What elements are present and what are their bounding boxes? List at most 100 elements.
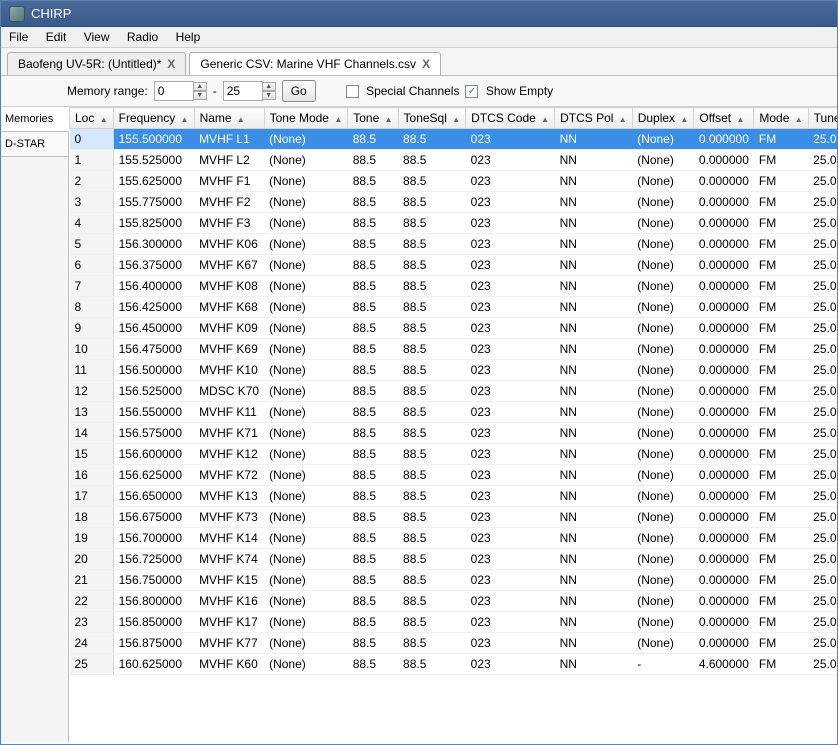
- table-row[interactable]: 16156.625000MVHF K72(None)88.588.5023NN(…: [70, 465, 838, 486]
- table-row[interactable]: 4155.825000MVHF F3(None)88.588.5023NN(No…: [70, 213, 838, 234]
- cell[interactable]: 023: [466, 570, 555, 591]
- cell[interactable]: FM: [754, 570, 808, 591]
- cell[interactable]: NN: [555, 276, 633, 297]
- cell[interactable]: 16: [70, 465, 114, 486]
- range-to-spinner[interactable]: ▲▼: [223, 81, 276, 101]
- cell[interactable]: 88.5: [348, 297, 398, 318]
- cell[interactable]: 6: [70, 255, 114, 276]
- cell[interactable]: 156.850000: [113, 612, 194, 633]
- cell[interactable]: 1: [70, 150, 114, 171]
- cell[interactable]: (None): [632, 360, 694, 381]
- cell[interactable]: 156.525000: [113, 381, 194, 402]
- col-frequency[interactable]: Frequency ▲: [113, 108, 194, 129]
- cell[interactable]: (None): [264, 591, 348, 612]
- range-to-input[interactable]: [223, 81, 263, 101]
- cell[interactable]: 88.5: [348, 318, 398, 339]
- cell[interactable]: NN: [555, 234, 633, 255]
- cell[interactable]: MVHF K72: [194, 465, 264, 486]
- cell[interactable]: 25.0: [808, 213, 837, 234]
- cell[interactable]: (None): [632, 528, 694, 549]
- cell[interactable]: 023: [466, 402, 555, 423]
- close-icon[interactable]: X: [422, 57, 430, 71]
- cell[interactable]: 023: [466, 612, 555, 633]
- cell[interactable]: (None): [632, 570, 694, 591]
- cell[interactable]: (None): [264, 192, 348, 213]
- cell[interactable]: 88.5: [348, 507, 398, 528]
- cell[interactable]: 88.5: [398, 507, 466, 528]
- show-empty-checkbox[interactable]: ✓ Show Empty: [465, 84, 553, 98]
- cell[interactable]: 0.000000: [694, 129, 754, 150]
- cell[interactable]: 0.000000: [694, 528, 754, 549]
- cell[interactable]: (None): [632, 402, 694, 423]
- cell[interactable]: 88.5: [348, 360, 398, 381]
- cell[interactable]: 11: [70, 360, 114, 381]
- cell[interactable]: 25.0: [808, 486, 837, 507]
- range-from-input[interactable]: [154, 81, 194, 101]
- cell[interactable]: FM: [754, 444, 808, 465]
- cell[interactable]: 88.5: [348, 234, 398, 255]
- col-mode[interactable]: Mode ▲: [754, 108, 808, 129]
- cell[interactable]: (None): [264, 465, 348, 486]
- cell[interactable]: (None): [632, 192, 694, 213]
- cell[interactable]: 19: [70, 528, 114, 549]
- cell[interactable]: 88.5: [398, 192, 466, 213]
- cell[interactable]: 25.0: [808, 549, 837, 570]
- cell[interactable]: NN: [555, 402, 633, 423]
- cell[interactable]: (None): [264, 129, 348, 150]
- cell[interactable]: MVHF K12: [194, 444, 264, 465]
- cell[interactable]: 023: [466, 591, 555, 612]
- cell[interactable]: 88.5: [348, 423, 398, 444]
- cell[interactable]: 88.5: [398, 465, 466, 486]
- cell[interactable]: 156.450000: [113, 318, 194, 339]
- cell[interactable]: (None): [632, 633, 694, 654]
- cell[interactable]: 88.5: [398, 234, 466, 255]
- cell[interactable]: 0.000000: [694, 444, 754, 465]
- cell[interactable]: 88.5: [348, 528, 398, 549]
- cell[interactable]: 88.5: [348, 633, 398, 654]
- col-dtcs-pol[interactable]: DTCS Pol ▲: [555, 108, 633, 129]
- cell[interactable]: (None): [632, 318, 694, 339]
- cell[interactable]: MVHF F2: [194, 192, 264, 213]
- cell[interactable]: MVHF K71: [194, 423, 264, 444]
- cell[interactable]: (None): [632, 234, 694, 255]
- cell[interactable]: 25.0: [808, 297, 837, 318]
- cell[interactable]: 88.5: [398, 276, 466, 297]
- cell[interactable]: (None): [632, 171, 694, 192]
- cell[interactable]: (None): [264, 633, 348, 654]
- cell[interactable]: 0.000000: [694, 318, 754, 339]
- table-row[interactable]: 8156.425000MVHF K68(None)88.588.5023NN(N…: [70, 297, 838, 318]
- cell[interactable]: 88.5: [348, 381, 398, 402]
- cell[interactable]: (None): [264, 423, 348, 444]
- table-row[interactable]: 25160.625000MVHF K60(None)88.588.5023NN-…: [70, 654, 838, 675]
- cell[interactable]: 8: [70, 297, 114, 318]
- table-row[interactable]: 6156.375000MVHF K67(None)88.588.5023NN(N…: [70, 255, 838, 276]
- cell[interactable]: 0.000000: [694, 276, 754, 297]
- cell[interactable]: MVHF L1: [194, 129, 264, 150]
- cell[interactable]: 023: [466, 213, 555, 234]
- cell[interactable]: 88.5: [398, 423, 466, 444]
- cell[interactable]: 156.875000: [113, 633, 194, 654]
- table-row[interactable]: 5156.300000MVHF K06(None)88.588.5023NN(N…: [70, 234, 838, 255]
- cell[interactable]: 0.000000: [694, 192, 754, 213]
- cell[interactable]: 023: [466, 486, 555, 507]
- table-row[interactable]: 21156.750000MVHF K15(None)88.588.5023NN(…: [70, 570, 838, 591]
- cell[interactable]: FM: [754, 507, 808, 528]
- cell[interactable]: MVHF K68: [194, 297, 264, 318]
- table-row[interactable]: 9156.450000MVHF K09(None)88.588.5023NN(N…: [70, 318, 838, 339]
- cell[interactable]: 0.000000: [694, 381, 754, 402]
- close-icon[interactable]: X: [167, 57, 175, 71]
- cell[interactable]: 023: [466, 654, 555, 675]
- cell[interactable]: 156.475000: [113, 339, 194, 360]
- cell[interactable]: 88.5: [348, 213, 398, 234]
- cell[interactable]: FM: [754, 612, 808, 633]
- cell[interactable]: 88.5: [348, 549, 398, 570]
- cell[interactable]: 25.0: [808, 360, 837, 381]
- cell[interactable]: MVHF K16: [194, 591, 264, 612]
- cell[interactable]: (None): [264, 234, 348, 255]
- cell[interactable]: 88.5: [398, 381, 466, 402]
- cell[interactable]: 0.000000: [694, 255, 754, 276]
- cell[interactable]: NN: [555, 570, 633, 591]
- cell[interactable]: 25.0: [808, 654, 837, 675]
- cell[interactable]: 156.300000: [113, 234, 194, 255]
- table-row[interactable]: 13156.550000MVHF K11(None)88.588.5023NN(…: [70, 402, 838, 423]
